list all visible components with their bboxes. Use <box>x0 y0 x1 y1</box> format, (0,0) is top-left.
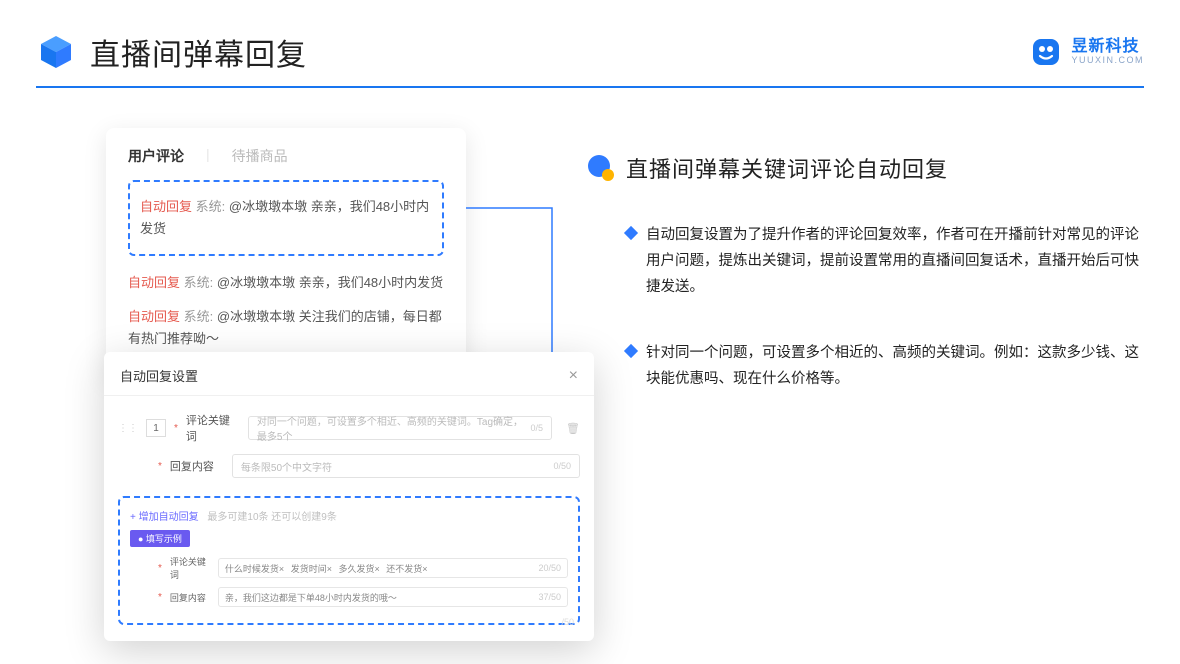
system-label: 系统: <box>184 275 214 290</box>
ex-content-count: 37/50 <box>538 592 561 602</box>
brand-logo-icon <box>1029 35 1063 69</box>
modal-header: 自动回复设置 × <box>104 366 594 396</box>
ex-content-input[interactable]: 亲，我们这边都是下单48小时内发货的哦～ 37/50 <box>218 587 568 607</box>
delete-icon[interactable]: 🗑 <box>560 422 580 435</box>
auto-reply-tag: 自动回复 <box>128 275 180 290</box>
drag-handle-icon[interactable]: ⋮⋮ <box>118 423 138 434</box>
ex-keyword-count: 20/50 <box>538 563 561 573</box>
brand: 昱新科技 YUUXIN.COM <box>1029 35 1144 69</box>
comment-card: 用户评论 | 待播商品 自动回复 系统: @冰墩墩本墩 亲亲，我们48小时内发货… <box>106 128 466 378</box>
brand-name-en: YUUXIN.COM <box>1071 56 1144 66</box>
right-title: 直播间弹幕关键词评论自动回复 <box>626 152 948 184</box>
ex-tags: 什么时候发货× 发货时间× 多久发货× 还不发货× <box>225 562 432 575</box>
ex-content-label: 回复内容 <box>170 591 210 604</box>
cube-icon <box>36 32 76 72</box>
system-label: 系统: <box>196 199 226 214</box>
right-heading: 直播间弹幕关键词评论自动回复 <box>586 152 1144 184</box>
brand-text: 昱新科技 YUUXIN.COM <box>1071 38 1144 65</box>
content-count: 0/50 <box>553 461 571 471</box>
required-star: * <box>174 423 178 434</box>
bullet-text: 针对同一个问题，可设置多个相近的、高频的关键词。例如：这款多少钱、这块能优惠吗、… <box>646 340 1144 392</box>
content-row: * 回复内容 每条限50个中文字符 0/50 <box>118 454 580 478</box>
content-input[interactable]: 每条限50个中文字符 0/50 <box>232 454 580 478</box>
tab-pending-goods[interactable]: 待播商品 <box>232 146 288 166</box>
bullet-item: 针对同一个问题，可设置多个相近的、高频的关键词。例如：这款多少钱、这块能优惠吗、… <box>586 340 1144 392</box>
close-icon[interactable]: × <box>569 367 578 385</box>
example-keyword-row: * 评论关键词 什么时候发货× 发货时间× 多久发货× 还不发货× 20/50 <box>130 555 568 581</box>
add-auto-reply-link[interactable]: + 增加自动回复 最多可建10条 还可以创建9条 <box>130 508 568 523</box>
row-index: 1 <box>146 419 166 437</box>
auto-reply-tag: 自动回复 <box>140 199 192 214</box>
right-column: 直播间弹幕关键词评论自动回复 自动回复设置为了提升作者的评论回复效率，作者可在开… <box>586 128 1144 432</box>
comment-text: @冰墩墩本墩 亲亲，我们48小时内发货 <box>217 275 443 290</box>
auto-reply-modal: 自动回复设置 × ⋮⋮ 1 * 评论关键词 对同一个问题，可设置多个相近、高频的… <box>104 352 594 641</box>
tab-divider: | <box>206 146 210 166</box>
comment-tabs: 用户评论 | 待播商品 <box>128 146 444 166</box>
ex-keyword-input[interactable]: 什么时候发货× 发货时间× 多久发货× 还不发货× 20/50 <box>218 558 568 578</box>
required-star: * <box>158 592 162 603</box>
diamond-bullet-icon <box>624 344 638 358</box>
comment-row: 自动回复 系统: @冰墩墩本墩 亲亲，我们48小时内发货 <box>140 190 432 246</box>
tag-chip: 还不发货× <box>386 564 427 574</box>
keyword-placeholder: 对同一个问题，可设置多个相近、高频的关键词。Tag确定，最多5个 <box>257 413 531 443</box>
highlighted-comment: 自动回复 系统: @冰墩墩本墩 亲亲，我们48小时内发货 <box>128 180 444 256</box>
ex-content-value: 亲，我们这边都是下单48小时内发货的哦～ <box>225 591 397 604</box>
form-block: ⋮⋮ 1 * 评论关键词 对同一个问题，可设置多个相近、高频的关键词。Tag确定… <box>104 396 594 496</box>
diamond-bullet-icon <box>624 226 638 240</box>
example-content-row: * 回复内容 亲，我们这边都是下单48小时内发货的哦～ 37/50 <box>130 587 568 607</box>
keyword-input[interactable]: 对同一个问题，可设置多个相近、高频的关键词。Tag确定，最多5个 0/5 <box>248 416 552 440</box>
add-link-hint: 最多可建10条 还可以创建9条 <box>207 512 336 523</box>
content-label: 回复内容 <box>170 458 224 474</box>
tag-chip: 什么时候发货× <box>225 564 284 574</box>
bullet-item: 自动回复设置为了提升作者的评论回复效率，作者可在开播前针对常见的评论用户问题，提… <box>586 222 1144 300</box>
brand-name-cn: 昱新科技 <box>1071 38 1144 56</box>
main-content: 用户评论 | 待播商品 自动回复 系统: @冰墩墩本墩 亲亲，我们48小时内发货… <box>0 88 1180 432</box>
tab-user-comments[interactable]: 用户评论 <box>128 146 184 166</box>
chat-bubble-icon <box>586 153 616 183</box>
required-star: * <box>158 563 162 574</box>
page-title: 直播间弹幕回复 <box>90 30 307 74</box>
auto-reply-tag: 自动回复 <box>128 309 180 324</box>
comment-row: 自动回复 系统: @冰墩墩本墩 亲亲，我们48小时内发货 <box>128 266 444 300</box>
tag-chip: 发货时间× <box>291 564 332 574</box>
left-column: 用户评论 | 待播商品 自动回复 系统: @冰墩墩本墩 亲亲，我们48小时内发货… <box>36 128 556 432</box>
header-left: 直播间弹幕回复 <box>36 30 307 74</box>
example-highlight: + 增加自动回复 最多可建10条 还可以创建9条 ● 填写示例 * 评论关键词 … <box>118 496 580 625</box>
example-badge: ● 填写示例 <box>130 530 190 547</box>
keyword-row: ⋮⋮ 1 * 评论关键词 对同一个问题，可设置多个相近、高频的关键词。Tag确定… <box>118 412 580 444</box>
required-star: * <box>158 461 162 472</box>
add-link-text: + 增加自动回复 <box>130 512 199 523</box>
bullet-text: 自动回复设置为了提升作者的评论回复效率，作者可在开播前针对常见的评论用户问题，提… <box>646 222 1144 300</box>
comment-row: 自动回复 系统: @冰墩墩本墩 关注我们的店铺，每日都有热门推荐呦～ <box>128 300 444 356</box>
keyword-count: 0/5 <box>531 423 544 433</box>
system-label: 系统: <box>184 309 214 324</box>
page-header: 直播间弹幕回复 昱新科技 YUUXIN.COM <box>0 0 1180 74</box>
content-placeholder: 每条限50个中文字符 <box>241 459 332 474</box>
modal-title: 自动回复设置 <box>120 366 198 385</box>
tag-chip: 多久发货× <box>338 564 379 574</box>
keyword-label: 评论关键词 <box>186 412 240 444</box>
ex-keyword-label: 评论关键词 <box>170 555 210 581</box>
stray-count: /50 <box>561 617 574 627</box>
